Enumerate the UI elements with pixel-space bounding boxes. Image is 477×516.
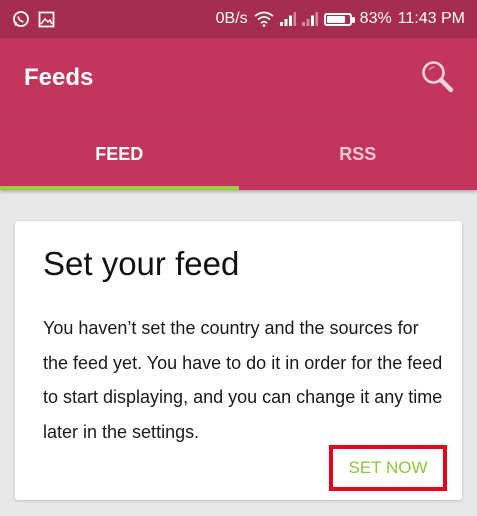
set-now-label: SET NOW <box>348 458 428 477</box>
battery-icon <box>323 12 355 26</box>
page-title: Feeds <box>24 64 94 91</box>
image-icon <box>38 11 55 28</box>
signal-icon-2 <box>301 12 318 26</box>
tab-bar: FEED RSS <box>0 118 477 190</box>
set-feed-card: Set your feed You haven’t set the countr… <box>15 221 462 500</box>
wifi-icon <box>254 11 274 27</box>
tab-rss-label: RSS <box>339 143 377 164</box>
tab-feed-label: FEED <box>95 143 144 164</box>
search-button[interactable] <box>415 56 459 100</box>
battery-fill <box>326 15 345 23</box>
tab-rss[interactable]: RSS <box>239 118 477 190</box>
tab-indicator <box>0 186 239 190</box>
status-bar: 0B/s 83% 11:43 PM <box>0 0 477 38</box>
status-bar-right: 0B/s 83% 11:43 PM <box>216 10 465 28</box>
card-body: You haven’t set the country and the sour… <box>43 318 443 442</box>
card-title: Set your feed <box>43 245 240 282</box>
network-speed: 0B/s <box>215 10 248 27</box>
app-bar: Feeds <box>0 38 477 118</box>
status-bar-left <box>12 10 55 28</box>
battery-percent: 83% <box>359 10 392 27</box>
search-icon <box>420 59 454 98</box>
whatsapp-icon <box>12 10 30 28</box>
tab-feed[interactable]: FEED <box>0 118 239 190</box>
signal-icon <box>279 12 296 26</box>
set-now-button[interactable]: SET NOW <box>329 445 447 491</box>
clock: 11:43 PM <box>397 10 465 27</box>
